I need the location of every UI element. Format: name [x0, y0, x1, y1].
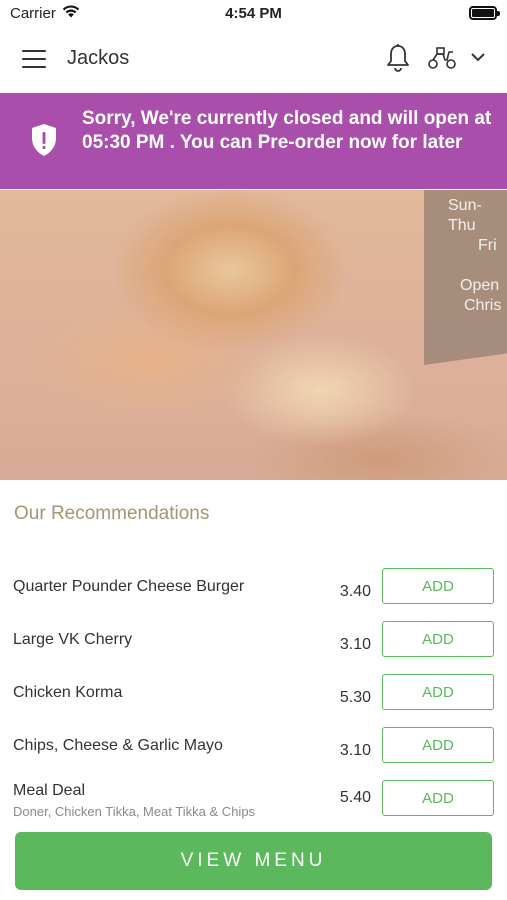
list-item: Quarter Pounder Cheese Burger 3.40 ADD	[0, 568, 507, 608]
shield-alert-icon	[30, 123, 58, 162]
menu-icon[interactable]	[22, 50, 46, 68]
item-name: Large VK Cherry	[13, 631, 133, 648]
item-price: 3.10	[339, 742, 371, 759]
app-header: Jackos	[0, 28, 507, 92]
status-time: 4:54 PM	[225, 5, 282, 22]
battery-icon	[469, 6, 500, 20]
item-description: Doner, Chicken Tikka, Meat Tikka & Chips	[13, 804, 256, 819]
item-name: Chicken Korma	[13, 684, 123, 701]
hero-sign-line: Open	[460, 277, 500, 294]
hero-food-image: Sun-Thu Fri Open Chris	[0, 190, 507, 480]
status-bar: Carrier 4:54 PM	[0, 0, 507, 28]
closed-banner: Sorry, We're currently closed and will o…	[0, 93, 507, 189]
hero-sign-line: Chris	[464, 297, 502, 314]
list-item: Chips, Cheese & Garlic Mayo 3.10 ADD	[0, 727, 507, 767]
view-menu-button[interactable]: VIEW MENU	[15, 832, 492, 890]
add-button[interactable]: ADD	[382, 727, 494, 763]
item-price: 3.10	[339, 636, 371, 653]
list-item: Meal Deal Doner, Chicken Tikka, Meat Tik…	[0, 780, 507, 826]
item-name: Chips, Cheese & Garlic Mayo	[13, 737, 223, 754]
bell-icon[interactable]	[385, 43, 411, 78]
add-button[interactable]: ADD	[382, 674, 494, 710]
hero-sign-text: Sun-Thu Fri Open Chris	[448, 196, 507, 316]
scooter-icon[interactable]	[427, 46, 457, 75]
add-button[interactable]: ADD	[382, 568, 494, 604]
list-item: Large VK Cherry 3.10 ADD	[0, 621, 507, 661]
item-price: 5.30	[339, 689, 371, 706]
item-price: 3.40	[339, 583, 371, 600]
add-button[interactable]: ADD	[382, 621, 494, 657]
closed-message: Sorry, We're currently closed and will o…	[82, 108, 492, 153]
hero-sign-line: Fri	[478, 237, 497, 254]
item-price: 5.40	[339, 789, 371, 806]
restaurant-title: Jackos	[67, 47, 130, 69]
chevron-down-icon[interactable]	[470, 50, 486, 68]
add-button[interactable]: ADD	[382, 780, 494, 816]
list-item: Chicken Korma 5.30 ADD	[0, 674, 507, 714]
hero-sign-line: Sun-Thu	[448, 197, 482, 234]
recommendations-title: Our Recommendations	[14, 503, 210, 524]
item-name: Meal Deal	[13, 782, 86, 799]
item-name: Quarter Pounder Cheese Burger	[13, 578, 245, 595]
